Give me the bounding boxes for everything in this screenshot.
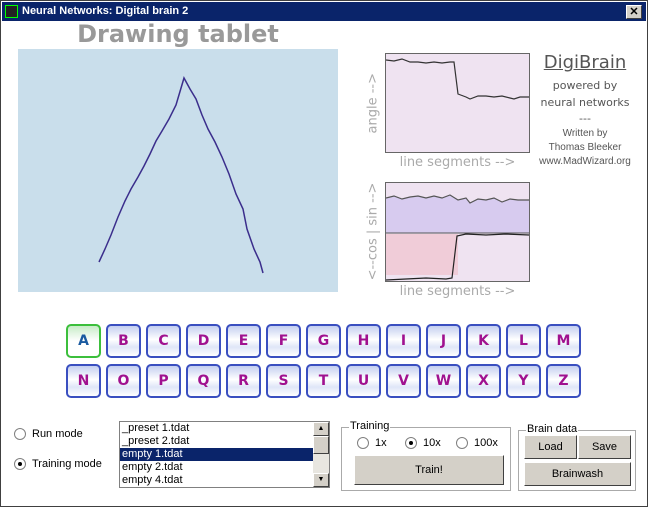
train-button[interactable]: Train! (354, 455, 504, 485)
training-group-label: Training (349, 420, 391, 432)
letter-button-m[interactable]: M (546, 324, 581, 358)
letter-button-p[interactable]: P (146, 364, 181, 398)
app-icon (5, 5, 18, 18)
brand-networks: neural networks (540, 96, 630, 109)
letter-button-n[interactable]: N (66, 364, 101, 398)
scroll-up-arrow-icon[interactable]: ▲ (313, 422, 329, 436)
radio-circle (14, 458, 26, 470)
letter-button-a[interactable]: A (66, 324, 101, 358)
letter-button-h[interactable]: H (346, 324, 381, 358)
letter-button-b[interactable]: B (106, 324, 141, 358)
file-list-item[interactable]: _preset 1.tdat (120, 422, 329, 435)
brand-name: DigiBrain (543, 52, 627, 73)
training-group: Training 1x 10x 100x Train! (341, 420, 511, 491)
letter-button-g[interactable]: G (306, 324, 341, 358)
letter-button-f[interactable]: F (266, 324, 301, 358)
letter-button-s[interactable]: S (266, 364, 301, 398)
letter-button-e[interactable]: E (226, 324, 261, 358)
brand-written: Written by (562, 128, 608, 139)
letter-button-q[interactable]: Q (186, 364, 221, 398)
letter-button-o[interactable]: O (106, 364, 141, 398)
radio-circle (357, 437, 369, 449)
brain-data-group: Brain data Load Save Brainwash (518, 423, 636, 491)
option-label: 100x (474, 437, 498, 449)
letter-button-t[interactable]: T (306, 364, 341, 398)
sincos-lines (385, 194, 530, 281)
training-mode-radio[interactable]: Training mode (14, 458, 102, 470)
angle-graph (385, 53, 530, 153)
brainwash-button[interactable]: Brainwash (524, 462, 631, 486)
load-button[interactable]: Load (524, 435, 577, 459)
letter-button-z[interactable]: Z (546, 364, 581, 398)
save-button[interactable]: Save (578, 435, 631, 459)
letter-button-l[interactable]: L (506, 324, 541, 358)
letter-button-w[interactable]: W (426, 364, 461, 398)
brand-url[interactable]: www.MadWizard.org (532, 156, 638, 167)
drawing-tablet[interactable] (18, 49, 338, 292)
file-list-item[interactable]: empty 2.tdat (120, 461, 329, 474)
run-mode-radio[interactable]: Run mode (14, 428, 83, 440)
sincos-graph (385, 182, 530, 282)
option-label: 1x (375, 437, 387, 449)
sincos-axis-label: <--cos | sin --> (365, 182, 381, 281)
radio-circle (405, 437, 417, 449)
tablet-title: Drawing tablet (77, 20, 279, 48)
drawn-stroke (98, 76, 264, 274)
letter-button-j[interactable]: J (426, 324, 461, 358)
letter-button-v[interactable]: V (386, 364, 421, 398)
file-list-item[interactable]: empty 1.tdat (120, 448, 329, 461)
letter-button-y[interactable]: Y (506, 364, 541, 398)
file-list-item[interactable]: _preset 2.tdat (120, 435, 329, 448)
letter-button-u[interactable]: U (346, 364, 381, 398)
letter-button-x[interactable]: X (466, 364, 501, 398)
radio-circle (14, 428, 26, 440)
angle-line (385, 58, 529, 100)
brand-sep: --- (579, 112, 591, 125)
scroll-down-arrow-icon[interactable]: ▼ (313, 473, 329, 487)
radio-circle (456, 437, 468, 449)
file-list[interactable]: _preset 1.tdat _preset 2.tdat empty 1.tdat… (119, 421, 330, 488)
letter-button-i[interactable]: I (386, 324, 421, 358)
scrollbar[interactable]: ▲ ▼ (313, 422, 329, 487)
letter-button-d[interactable]: D (186, 324, 221, 358)
letter-button-r[interactable]: R (226, 364, 261, 398)
letter-button-k[interactable]: K (466, 324, 501, 358)
window-title: Neural Networks: Digital brain 2 (22, 5, 189, 17)
x-axis-label-1: line segments --> (399, 155, 516, 170)
train-10x-radio[interactable]: 10x (405, 437, 441, 449)
angle-axis-label: angle --> (365, 73, 381, 134)
train-100x-radio[interactable]: 100x (456, 437, 498, 449)
letter-button-c[interactable]: C (146, 324, 181, 358)
training-mode-label: Training mode (32, 458, 102, 470)
x-axis-label-2: line segments --> (399, 284, 516, 299)
brand-author: Thomas Bleeker (548, 142, 622, 153)
train-1x-radio[interactable]: 1x (357, 437, 387, 449)
run-mode-label: Run mode (32, 428, 83, 440)
scroll-thumb[interactable] (313, 436, 329, 454)
brand-powered: powered by (552, 79, 618, 92)
title-bar: Neural Networks: Digital brain 2 ✕ (2, 2, 646, 21)
option-label: 10x (423, 437, 441, 449)
close-button[interactable]: ✕ (626, 5, 642, 19)
brain-data-label: Brain data (526, 423, 579, 435)
file-list-item[interactable]: empty 4.tdat (120, 474, 329, 487)
